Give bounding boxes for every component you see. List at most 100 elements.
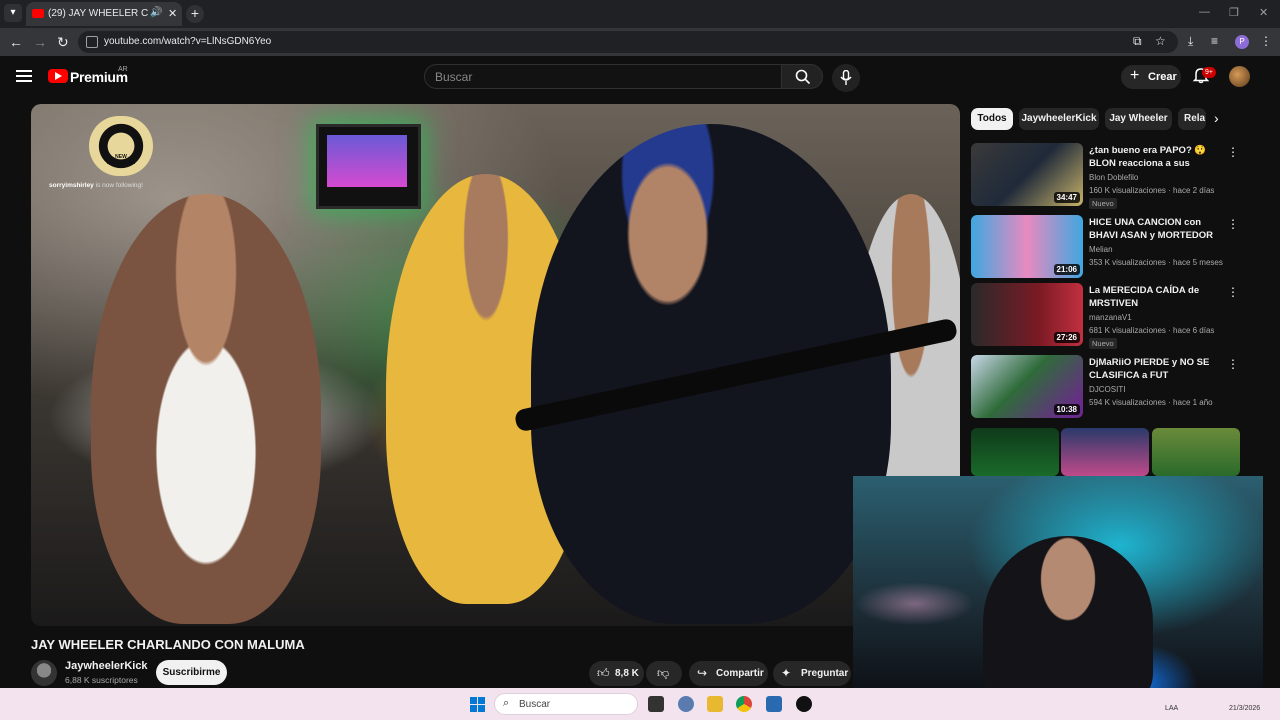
video-thumbnail[interactable]: 34:47: [971, 143, 1083, 206]
ask-button[interactable]: ✦ Preguntar: [773, 661, 851, 686]
follower-username: sorryimshirley: [49, 182, 94, 189]
photos-icon[interactable]: [766, 696, 782, 712]
recommendation-item[interactable]: 21:06 HICE UNA CANCION con BHAVI ASAN y …: [971, 215, 1247, 279]
video-thumbnail[interactable]: 10:38: [971, 355, 1083, 418]
recommendation-item[interactable]: 10:38 DjMaRiiO PIERDE y NO SE CLASIFICA …: [971, 355, 1247, 419]
new-follower-label: NEW FOLLOWER: [106, 154, 136, 166]
background-tv: [316, 124, 421, 209]
video-duration: 34:47: [1053, 192, 1080, 203]
back-icon[interactable]: ←: [9, 34, 23, 50]
chip-artist[interactable]: Jay Wheeler: [1105, 108, 1172, 130]
new-tab-button[interactable]: +: [186, 5, 204, 23]
url-text: youtube.com/watch?v=LlNsGDN6Yeo: [104, 36, 272, 47]
tab-close-icon[interactable]: ✕: [168, 7, 177, 20]
recommendation-meta: 594 K visualizaciones · hace 1 año: [1089, 398, 1213, 407]
recommendation-item[interactable]: 34:47 ¿tan bueno era PAPO? 😲 BLON reacci…: [971, 143, 1247, 209]
maximize-icon[interactable]: ❐: [1229, 6, 1239, 19]
download-icon[interactable]: ⤓: [1188, 34, 1193, 49]
recommendation-channel[interactable]: Melian: [1089, 245, 1113, 254]
create-button[interactable]: + Crear: [1121, 65, 1181, 89]
forward-icon[interactable]: →: [33, 34, 47, 50]
youtube-header: Premium AR + Crear: [0, 56, 1280, 98]
file-explorer-icon[interactable]: [707, 696, 723, 712]
reload-icon[interactable]: ↻: [57, 34, 69, 50]
browser-toolbar: ← → ↻ youtube.com/watch?v=LlNsGDN6Yeo ⧉ …: [0, 28, 1280, 56]
create-label: Crear: [1148, 71, 1177, 83]
task-view-icon[interactable]: [648, 696, 664, 712]
video-thumbnail[interactable]: 27:26: [971, 283, 1083, 346]
profile-avatar[interactable]: P: [1235, 35, 1249, 49]
youtube-logo-icon[interactable]: [48, 69, 68, 83]
share-icon: ↪: [697, 666, 708, 680]
account-avatar[interactable]: [1229, 66, 1250, 87]
more-options-icon[interactable]: ⋮: [1227, 145, 1239, 159]
tab-search-button[interactable]: ▾: [4, 4, 22, 22]
more-options-icon[interactable]: ⋮: [1227, 285, 1239, 299]
chip-channel[interactable]: JaywheelerKick: [1019, 108, 1099, 130]
channel-avatar[interactable]: [31, 660, 57, 686]
video-title: JAY WHEELER CHARLANDO CON MALUMA: [31, 637, 305, 652]
recommendation-channel[interactable]: Blon Doblefilo: [1089, 173, 1138, 182]
windows-start-icon[interactable]: [470, 697, 486, 713]
person-left: [91, 194, 321, 624]
browser-tab[interactable]: (29) JAY WHEELER CHARLANDO CON MALUMA 🔊 …: [26, 2, 182, 26]
taskbar-search[interactable]: ⌕ Buscar: [494, 693, 638, 715]
browser-menu-icon[interactable]: ⋮: [1260, 34, 1272, 48]
menu-icon[interactable]: [16, 70, 32, 82]
like-button[interactable]: 👍︎ 8,8 K: [589, 661, 644, 686]
recommendation-title[interactable]: DjMaRiiO PIERDE y NO SE CLASIFICA a FUT …: [1089, 356, 1227, 382]
settings-icon[interactable]: [678, 696, 694, 712]
new-badge: Nuevo: [1089, 198, 1117, 209]
minimize-icon[interactable]: —: [1199, 6, 1210, 18]
follower-message: is now following!: [95, 182, 143, 189]
thumbs-up-icon: 👍︎: [597, 666, 610, 680]
short-thumbnail[interactable]: [1152, 428, 1240, 476]
new-follower-badge: NEW FOLLOWER: [89, 116, 153, 176]
share-label: Compartir: [716, 668, 764, 679]
search-button[interactable]: [781, 64, 823, 89]
taskbar-search-label: Buscar: [519, 699, 551, 710]
chrome-icon[interactable]: [736, 696, 752, 712]
streamer: [983, 536, 1153, 708]
site-info-icon[interactable]: [86, 36, 98, 48]
window-close-icon[interactable]: ✕: [1259, 6, 1268, 19]
address-bar[interactable]: youtube.com/watch?v=LlNsGDN6Yeo: [78, 31, 1178, 53]
cast-icon[interactable]: ⧉: [1133, 34, 1142, 49]
dislike-button[interactable]: 👎︎: [646, 661, 682, 686]
search-input[interactable]: [425, 65, 781, 88]
taskbar: ⌕ Buscar LAA 21/3/2026: [0, 688, 1280, 720]
webcam-overlay: [853, 476, 1263, 708]
video-thumbnail[interactable]: 21:06: [971, 215, 1083, 278]
more-options-icon[interactable]: ⋮: [1227, 357, 1239, 371]
bookmark-star-icon[interactable]: ☆: [1155, 34, 1166, 48]
recommendation-channel[interactable]: manzanaV1: [1089, 313, 1132, 322]
more-options-icon[interactable]: ⋮: [1227, 217, 1239, 231]
input-language[interactable]: LAA: [1165, 705, 1178, 712]
channel-name[interactable]: JaywheelerKick: [65, 660, 148, 672]
recommendation-title[interactable]: La MERECIDA CAÍDA de MRSTIVEN: [1089, 284, 1227, 310]
sparkle-icon: ✦: [781, 666, 792, 680]
subscriber-count: 6,88 K suscriptores: [65, 675, 138, 685]
audio-playing-icon[interactable]: 🔊: [150, 7, 162, 18]
chip-todos[interactable]: Todos: [971, 108, 1013, 130]
app-icon[interactable]: [796, 696, 812, 712]
taskbar-date[interactable]: 21/3/2026: [1229, 705, 1260, 712]
short-thumbnail[interactable]: [971, 428, 1059, 476]
voice-search-button[interactable]: [832, 64, 860, 92]
video-player[interactable]: NEW FOLLOWER sorryimshirley is now follo…: [31, 104, 960, 626]
recommendation-meta: 160 K visualizaciones · hace 2 días: [1089, 186, 1215, 195]
recommendation-title[interactable]: ¿tan bueno era PAPO? 😲 BLON reacciona a …: [1089, 144, 1227, 170]
media-queue-icon[interactable]: ≡: [1211, 34, 1218, 48]
recommendation-meta: 353 K visualizaciones · hace 5 meses: [1089, 258, 1223, 267]
chip-related[interactable]: Rela: [1178, 108, 1206, 130]
recommendation-title[interactable]: HICE UNA CANCION con BHAVI ASAN y MORTED…: [1089, 216, 1227, 242]
share-button[interactable]: ↪ Compartir: [689, 661, 768, 686]
subscribe-button[interactable]: Suscribirme: [156, 660, 227, 685]
search-box[interactable]: [424, 64, 782, 89]
microphone-icon: [840, 70, 852, 85]
recommendation-item[interactable]: 27:26 La MERECIDA CAÍDA de MRSTIVEN manz…: [971, 283, 1247, 349]
youtube-favicon-icon: [32, 9, 44, 18]
short-thumbnail[interactable]: [1061, 428, 1149, 476]
recommendation-channel[interactable]: DJCOSITI: [1089, 385, 1125, 394]
chevron-right-icon[interactable]: ›: [1214, 110, 1219, 126]
